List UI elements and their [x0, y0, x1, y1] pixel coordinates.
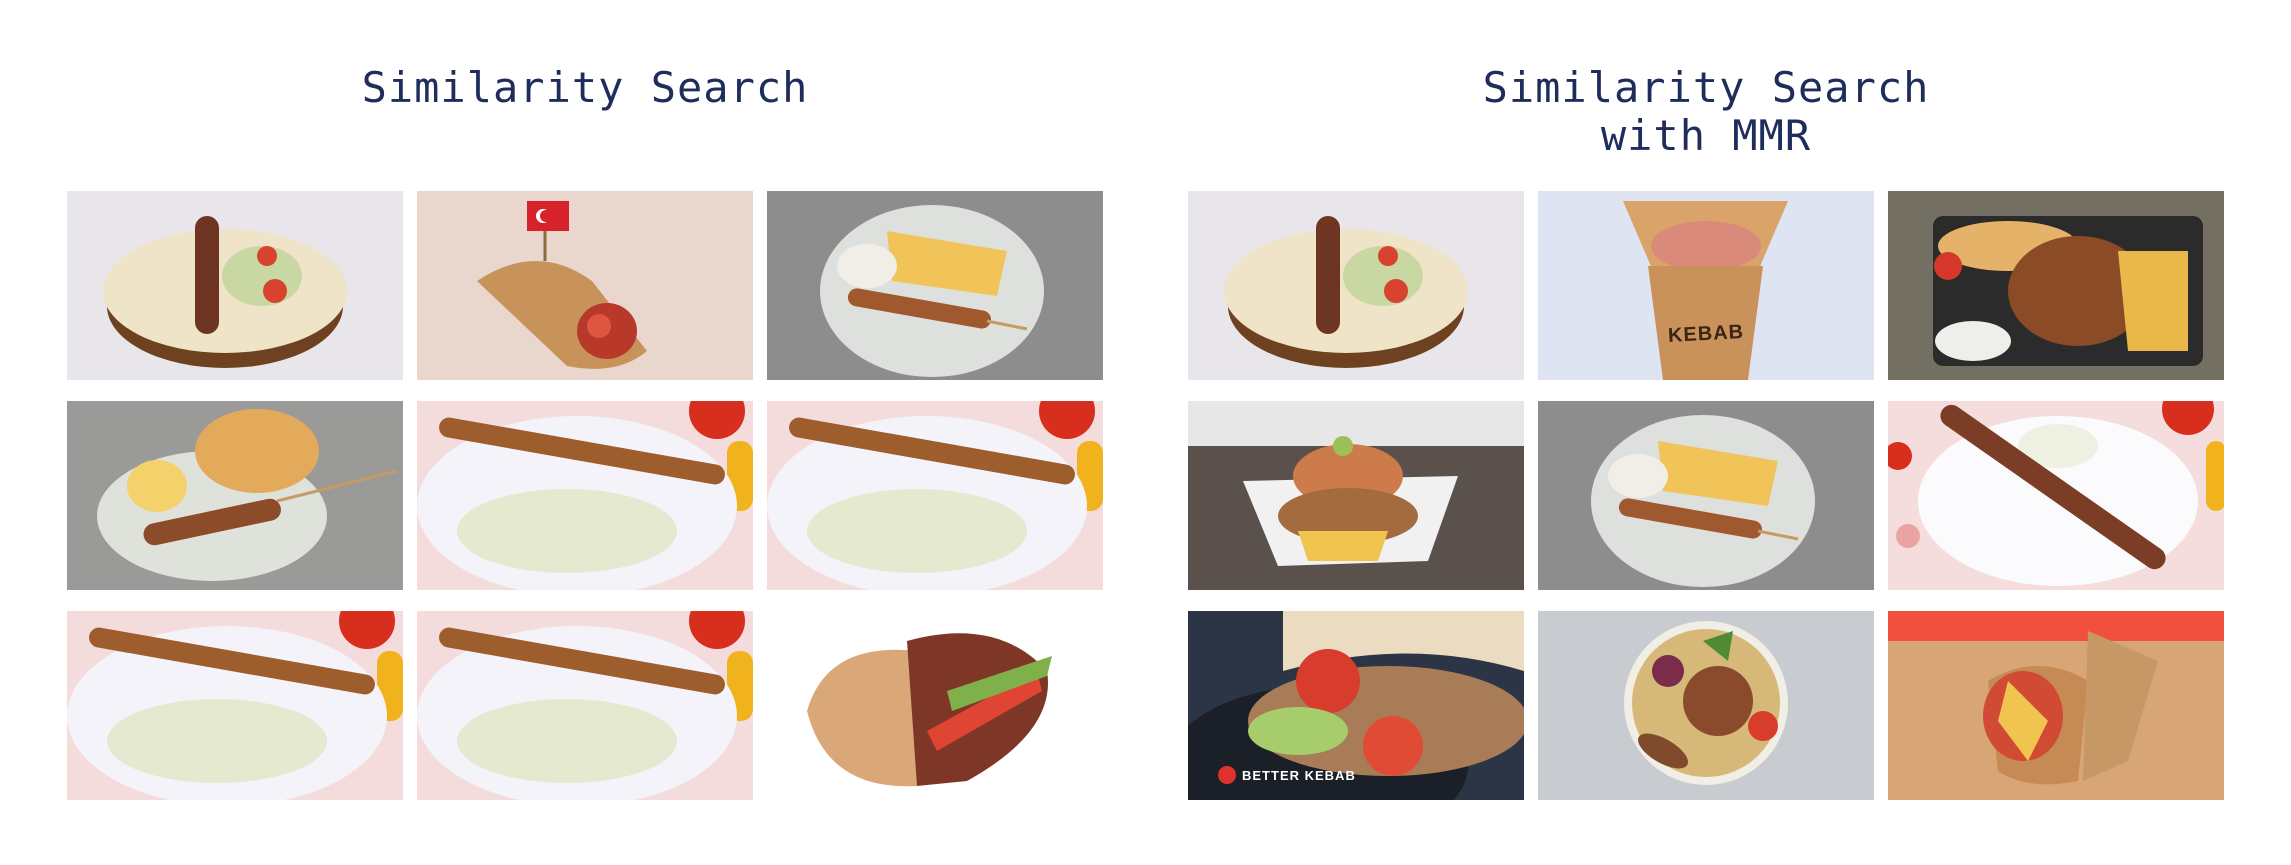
- right-title-line-2: with MMR: [1600, 111, 1812, 160]
- right-title-line-1: Similarity Search: [1482, 63, 1930, 112]
- right-image-2[interactable]: KEBAB: [1538, 191, 1874, 380]
- left-image-grid: [67, 191, 1103, 800]
- right-image-4[interactable]: [1188, 401, 1524, 590]
- left-image-5[interactable]: [417, 401, 753, 590]
- left-image-9[interactable]: [767, 611, 1103, 800]
- right-image-3[interactable]: [1888, 191, 2224, 380]
- left-image-1[interactable]: [67, 191, 403, 380]
- better-kebab-logo-icon: [1218, 766, 1236, 784]
- right-image-9[interactable]: [1888, 611, 2224, 800]
- left-image-6[interactable]: [767, 401, 1103, 590]
- left-image-2[interactable]: [417, 191, 753, 380]
- right-image-6[interactable]: [1888, 401, 2224, 590]
- right-image-8[interactable]: [1538, 611, 1874, 800]
- left-image-7[interactable]: [67, 611, 403, 800]
- right-image-5[interactable]: [1538, 401, 1874, 590]
- kebab-box-label: KEBAB: [1667, 321, 1745, 347]
- left-image-4[interactable]: [67, 401, 403, 590]
- left-image-8[interactable]: [417, 611, 753, 800]
- right-image-7[interactable]: BETTER KEBAB: [1188, 611, 1524, 800]
- left-image-3[interactable]: [767, 191, 1103, 380]
- left-title-line-1: Similarity Search: [361, 63, 809, 112]
- right-image-grid: KEBAB BETTER KEBAB: [1188, 191, 2224, 800]
- right-image-1[interactable]: [1188, 191, 1524, 380]
- better-kebab-badge: BETTER KEBAB: [1218, 766, 1356, 784]
- right-panel-title: Similarity Search with MMR: [1188, 64, 2224, 160]
- left-panel-title: Similarity Search: [67, 64, 1103, 112]
- better-kebab-text: BETTER KEBAB: [1242, 767, 1356, 783]
